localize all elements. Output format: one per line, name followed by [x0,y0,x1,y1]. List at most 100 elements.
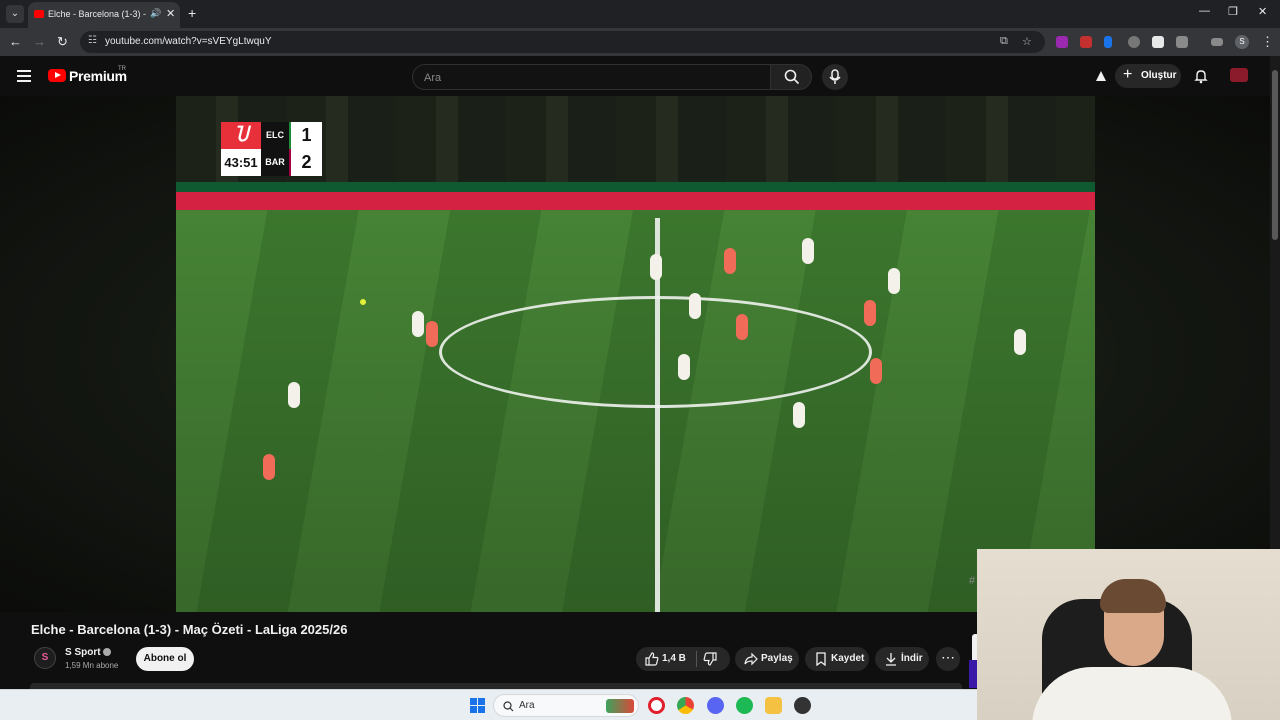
bookmark-star-icon[interactable]: ☆ [1022,35,1032,48]
player-white [689,293,701,319]
verified-badge-icon [103,648,111,656]
channel-name[interactable]: S Sport [65,647,101,658]
youtube-logo-icon[interactable] [48,69,66,82]
chrome-icon[interactable] [677,697,694,714]
browser-toolbar: ← → ↻ ☷ youtube.com/watch?v=sVEYgLtwquY … [0,28,1280,56]
player-red [870,358,882,384]
extension-icon[interactable] [1104,36,1112,48]
close-window-button[interactable]: ✕ [1258,5,1267,18]
scoreboard: Ⴎ 43:51 ELC BAR 1 2 [221,122,322,176]
windows-start-icon[interactable] [470,698,485,713]
cast-star-icon[interactable] [1093,68,1109,84]
back-arrow-icon[interactable]: ← [9,34,22,49]
video-title: Elche - Barcelona (1-3) - Maç Özeti - La… [31,622,348,637]
new-tab-button[interactable]: + [188,5,196,21]
sidebar-thumbnail-edge[interactable] [969,660,977,688]
player-white [888,268,900,294]
site-info-icon[interactable]: ☷ [88,35,97,46]
forward-arrow-icon[interactable]: → [33,34,46,49]
like-dislike-group: 1,4 B [636,647,730,671]
country-code: TR [118,66,126,72]
tab-title: Elche - Barcelona (1-3) - Maç Özeti - La… [48,9,148,19]
download-icon [886,653,896,666]
speaker-icon[interactable]: 🔊 [150,8,161,19]
search-icon [503,701,514,712]
channel-avatar[interactable]: S [34,647,56,669]
player-red [426,321,438,347]
address-bar[interactable]: ☷ youtube.com/watch?v=sVEYgLtwquY ⧉ ☆ [80,31,1045,53]
streamer-body [1032,667,1232,720]
download-label: İndir [901,653,923,664]
away-score: 2 [291,149,322,176]
tab-search-menu-button[interactable]: ⌄ [6,5,24,23]
discord-icon[interactable] [707,697,724,714]
scrollbar-thumb[interactable] [1272,70,1278,240]
bookmark-icon [816,652,826,666]
overlay-hash-text: # [969,575,976,587]
home-team-code: ELC [261,122,289,149]
away-team-code: BAR [261,149,289,176]
player-white [412,311,424,337]
player-red [263,454,275,480]
subscribe-button[interactable]: Abone ol [136,647,194,671]
extension-icon[interactable] [1056,36,1068,48]
extension-icon[interactable] [1128,36,1140,48]
subscriber-count: 1,59 Mn abone [65,661,119,670]
restore-window-button[interactable]: ❐ [1228,5,1238,18]
voice-search-button[interactable] [822,64,848,90]
home-score: 1 [291,122,322,149]
download-button[interactable]: İndir [875,647,929,671]
laliga-logo: Ⴎ [221,122,261,149]
address-url[interactable]: youtube.com/watch?v=sVEYgLtwquY [105,36,271,47]
webcam-overlay [977,549,1280,720]
taskbar-search-label: Ara [519,700,535,711]
search-highlight-image [606,699,634,713]
reload-icon[interactable]: ↻ [57,34,68,50]
create-button[interactable]: + Oluştur [1115,64,1181,88]
steam-icon[interactable] [794,697,811,714]
save-button[interactable]: Kaydet [805,647,869,671]
share-arrow-icon [744,652,758,666]
browser-tab-active[interactable]: Elche - Barcelona (1-3) - Maç Özeti - La… [28,2,180,28]
search-button[interactable] [770,64,812,90]
close-tab-icon[interactable]: ✕ [166,7,175,20]
player-white [678,354,690,380]
search-icon [784,69,800,85]
share-button[interactable]: Paylaş [735,647,799,671]
like-count[interactable]: 1,4 B [662,653,686,664]
centre-circle [439,296,872,408]
video-player[interactable]: Ⴎ 43:51 ELC BAR 1 2 [176,96,1095,612]
plus-icon: + [1123,66,1133,83]
opera-icon[interactable] [648,697,665,714]
taskbar-search[interactable]: Ara [493,694,639,717]
file-explorer-icon[interactable] [765,697,782,714]
spotify-icon[interactable] [736,697,753,714]
extension-icon[interactable] [1152,36,1164,48]
microphone-icon [829,69,841,84]
pitch-shade [176,210,1095,612]
kebab-menu-icon[interactable]: ⋮ [1261,34,1274,50]
profile-avatar[interactable]: S [1235,35,1249,49]
youtube-masthead: Premium TR Ara + Oluştur [0,56,1270,96]
save-label: Kaydet [831,653,865,664]
youtube-favicon-icon [34,10,44,18]
minimize-window-button[interactable]: — [1199,5,1210,17]
extension-icon[interactable] [1080,36,1092,48]
stadium-barrier [176,182,1095,192]
thumbs-down-icon[interactable] [703,652,717,666]
pill-divider [696,651,697,667]
player-red [736,314,748,340]
notifications-bell-icon[interactable] [1193,68,1209,84]
hamburger-menu-icon[interactable] [17,70,31,82]
match-ball [360,299,366,305]
player-white [1014,329,1026,355]
player-white [650,254,662,280]
media-controls-icon[interactable] [1211,38,1223,46]
account-avatar[interactable] [1230,68,1248,82]
more-actions-button[interactable]: ⋯ [936,647,960,671]
puzzle-extensions-icon[interactable] [1176,36,1188,48]
search-input[interactable]: Ara [412,64,770,90]
install-app-icon[interactable]: ⧉ [1000,35,1008,48]
player-white [802,238,814,264]
thumbs-up-icon[interactable] [645,652,659,666]
